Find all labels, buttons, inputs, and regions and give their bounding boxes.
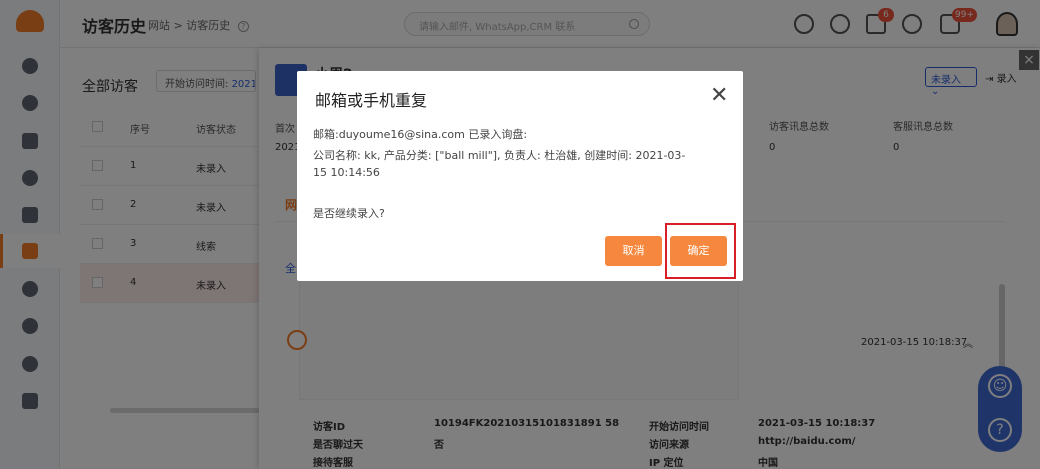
dialog-created-line: 15 10:14:56	[313, 166, 380, 179]
duplicate-dialog: 邮箱或手机重复 ✕ 邮箱:duyoume16@sina.com 已录入询盘: 公…	[297, 71, 743, 281]
dialog-question: 是否继续录入?	[313, 207, 385, 220]
dialog-email-line: 邮箱:duyoume16@sina.com 已录入询盘:	[313, 128, 528, 141]
cancel-button[interactable]: 取消	[605, 236, 662, 266]
close-icon[interactable]: ✕	[710, 85, 728, 107]
dialog-company-line: 公司名称: kk, 产品分类: ["ball mill"], 负责人: 杜治雄,…	[313, 149, 686, 162]
highlight-annotation	[665, 223, 736, 279]
dialog-title: 邮箱或手机重复	[315, 91, 428, 110]
